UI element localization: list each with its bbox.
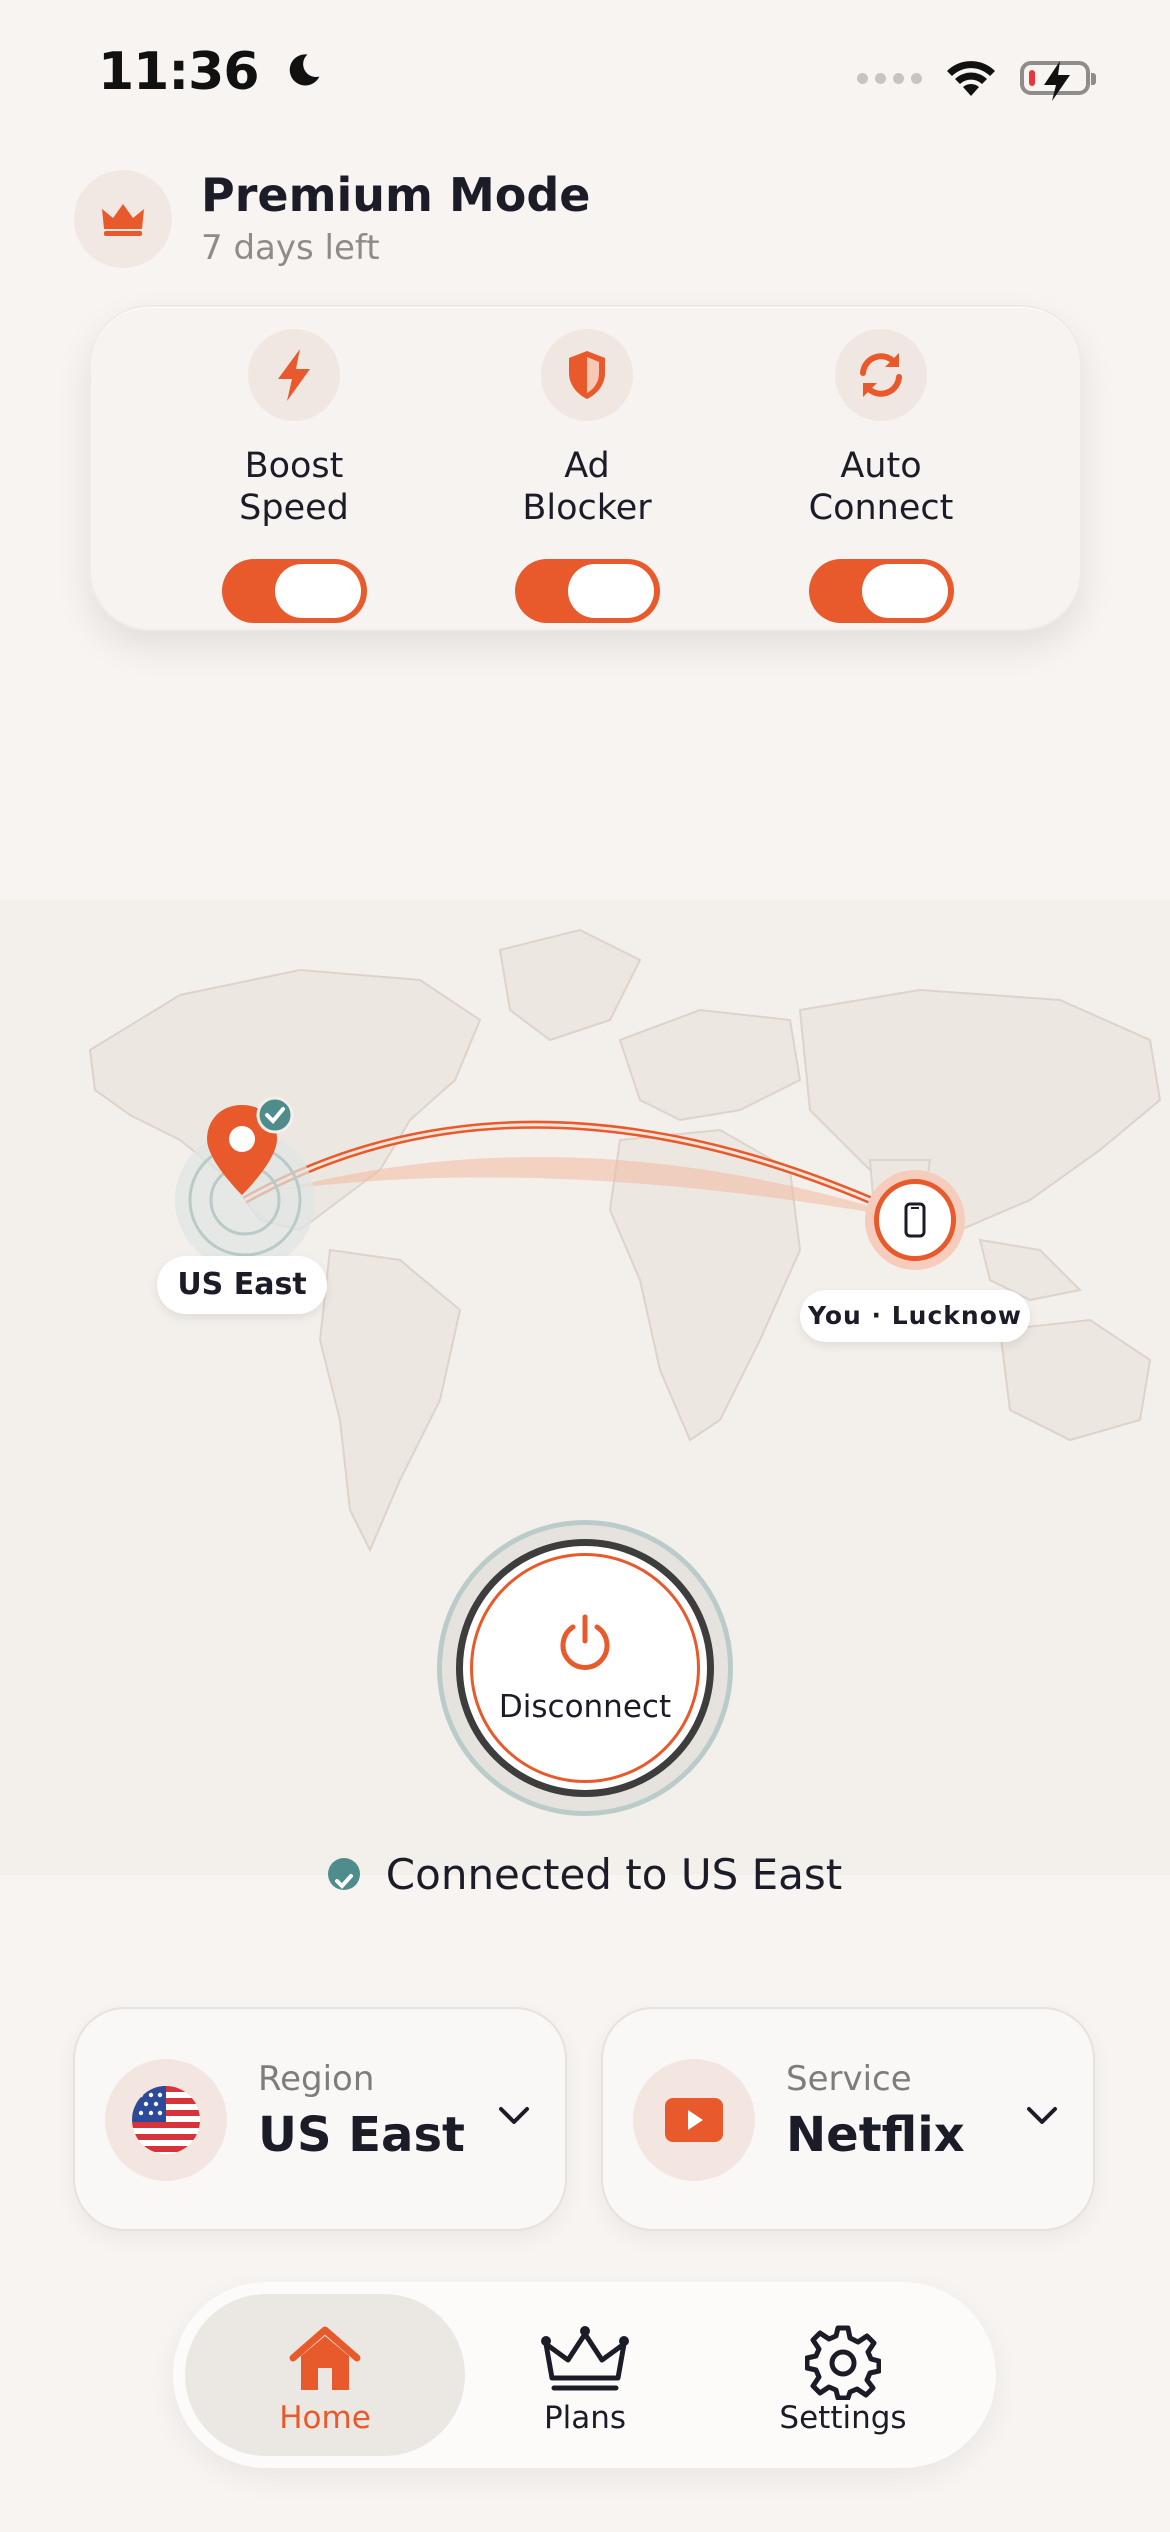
power-button-inner: Disconnect — [470, 1553, 700, 1783]
server-location-label: US East — [157, 1256, 327, 1314]
power-button-label: Disconnect — [498, 1689, 672, 1725]
region-flag-circle — [105, 2059, 227, 2181]
region-value: US East — [258, 2107, 465, 2163]
feature-icon-circle — [541, 329, 633, 421]
power-button-ring: Disconnect — [437, 1520, 733, 1816]
crown-icon — [541, 2326, 629, 2391]
boost-speed-toggle[interactable] — [222, 559, 367, 623]
feature-ad-blocker: Ad Blocker — [422, 307, 752, 633]
ad-blocker-toggle[interactable] — [515, 559, 660, 623]
tab-plans[interactable]: Plans — [445, 2294, 725, 2456]
home-icon — [289, 2326, 361, 2390]
region-selector[interactable]: Region US East — [73, 2007, 567, 2231]
tab-bar: Home Plans Settings — [173, 2282, 996, 2468]
power-icon — [560, 1614, 610, 1670]
play-video-icon — [665, 2098, 723, 2142]
tab-home[interactable]: Home — [185, 2294, 465, 2456]
chevron-down-icon — [1027, 2107, 1057, 2124]
connection-status: Connected to US East — [0, 1850, 1170, 1899]
connection-status-text: Connected to US East — [385, 1850, 843, 1899]
shield-icon — [569, 351, 605, 399]
feature-auto-connect: Auto Connect — [716, 307, 1046, 633]
features-card: Boost Speed Ad Blocker Auto Connect — [89, 305, 1082, 631]
service-value: Netflix — [786, 2107, 965, 2163]
tab-label: Plans — [543, 2400, 627, 2436]
disconnect-button[interactable]: Disconnect — [456, 1539, 714, 1797]
tab-label: Home — [279, 2400, 371, 2436]
status-indicators — [857, 50, 1096, 106]
gear-icon — [805, 2325, 881, 2400]
service-caption: Service — [786, 2059, 912, 2099]
premium-title: Premium Mode — [201, 168, 591, 222]
service-icon-circle — [633, 2059, 755, 2181]
wifi-icon — [947, 61, 995, 96]
battery-icon — [1020, 61, 1096, 101]
auto-connect-toggle[interactable] — [809, 559, 954, 623]
feature-icon-circle — [835, 329, 927, 421]
service-selector[interactable]: Service Netflix — [601, 2007, 1095, 2231]
chevron-down-icon — [499, 2107, 529, 2124]
feature-label: Ad Blocker — [522, 446, 652, 528]
tab-label: Settings — [779, 2400, 907, 2436]
your-device-marker[interactable] — [865, 1170, 965, 1270]
connected-check-icon — [327, 1857, 360, 1890]
region-caption: Region — [258, 2059, 375, 2099]
feature-label: Boost Speed — [239, 446, 349, 528]
cellular-signal-icon — [857, 72, 922, 84]
refresh-icon — [860, 353, 902, 397]
feature-label: Auto Connect — [808, 446, 954, 528]
status-time: 11:36 — [98, 42, 324, 102]
moon-icon — [289, 54, 320, 86]
feature-boost-speed: Boost Speed — [129, 307, 459, 633]
crown-icon — [102, 204, 144, 236]
premium-crown-badge — [74, 170, 172, 268]
charging-bolt-icon — [1044, 61, 1070, 101]
premium-days-left: 7 days left — [201, 228, 380, 268]
verified-check-icon — [256, 1096, 294, 1134]
tab-settings[interactable]: Settings — [703, 2294, 983, 2456]
user-location-label: You · Lucknow — [800, 1290, 1030, 1342]
phone-icon — [904, 1202, 926, 1238]
us-flag-icon — [132, 2086, 200, 2154]
feature-icon-circle — [248, 329, 340, 421]
lightning-icon — [278, 349, 310, 401]
status-time-text: 11:36 — [98, 42, 260, 102]
